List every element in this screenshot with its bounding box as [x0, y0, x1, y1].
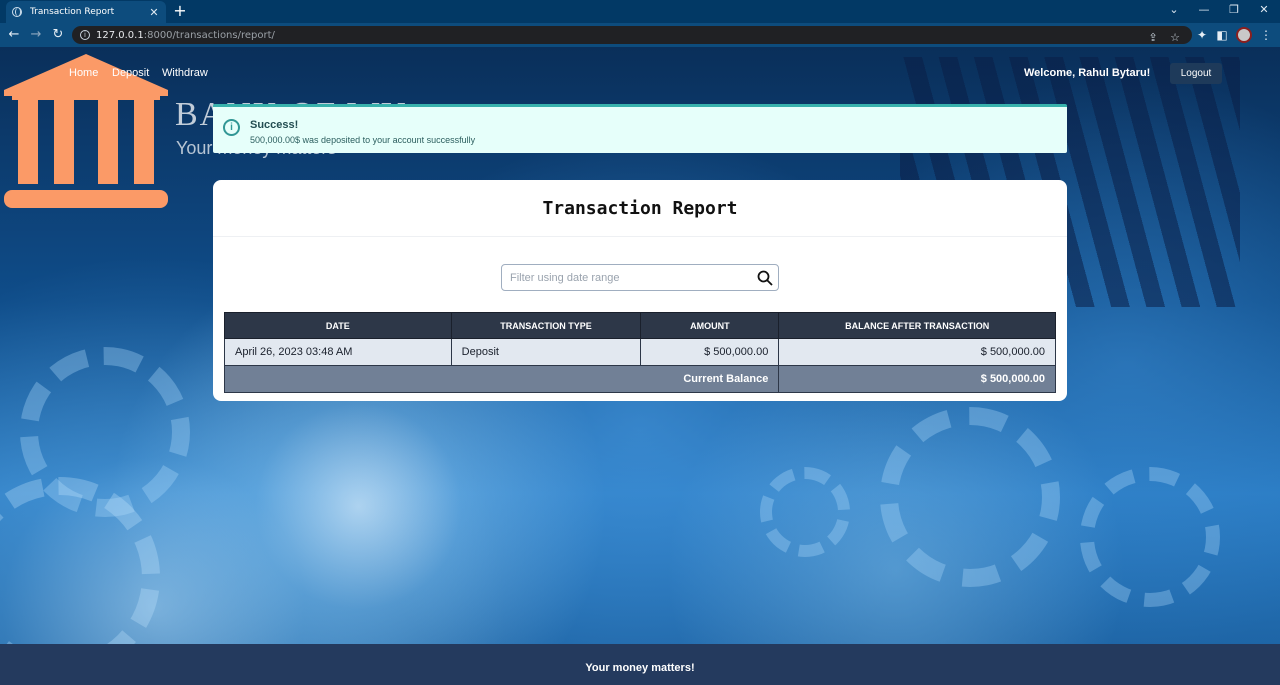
- search-icon[interactable]: [757, 270, 773, 286]
- profile-avatar-icon[interactable]: [1236, 27, 1252, 43]
- cell-type: Deposit: [450, 338, 642, 366]
- bookmark-star-icon[interactable]: ☆: [1168, 31, 1182, 44]
- page-title: Transaction Report: [542, 198, 738, 219]
- close-window-icon[interactable]: ✕: [1256, 3, 1272, 16]
- date-range-input[interactable]: [510, 269, 750, 287]
- browser-toolbar: ← → ↻ i 127.0.0.1:8000/transactions/repo…: [0, 23, 1280, 47]
- table-row: April 26, 2023 03:48 AM Deposit $ 500,00…: [224, 338, 1056, 366]
- background-gear: [760, 467, 850, 557]
- column-header-balance: BALANCE AFTER TRANSACTION: [778, 312, 1056, 339]
- transaction-report-card: Transaction Report DATE TRANSACTION TYPE…: [213, 180, 1067, 401]
- table-header-row: DATE TRANSACTION TYPE AMOUNT BALANCE AFT…: [224, 312, 1056, 339]
- cell-amount: $ 500,000.00: [640, 338, 780, 366]
- tab-close-icon[interactable]: ✕: [148, 6, 160, 19]
- nav-deposit-link[interactable]: Deposit: [112, 67, 149, 79]
- new-tab-button[interactable]: +: [172, 2, 188, 20]
- nav-home-link[interactable]: Home: [69, 67, 98, 79]
- column-header-date: DATE: [224, 312, 452, 339]
- current-balance-label: Current Balance: [223, 365, 780, 393]
- browser-tab-bar: Transaction Report ✕ + ⌄ — ❐ ✕: [0, 0, 1280, 23]
- alert-message: 500,000.00$ was deposited to your accoun…: [250, 135, 476, 145]
- current-balance-row: Current Balance $ 500,000.00: [223, 365, 1056, 393]
- globe-icon: [12, 7, 22, 17]
- back-icon[interactable]: ←: [6, 27, 22, 43]
- side-panel-icon[interactable]: ◧: [1214, 27, 1230, 43]
- menu-dots-icon[interactable]: ⋮: [1258, 27, 1274, 43]
- cell-balance: $ 500,000.00: [778, 338, 1056, 366]
- footer: Your money matters!: [0, 644, 1280, 685]
- minimize-icon[interactable]: —: [1196, 3, 1212, 16]
- background-gear: [1080, 467, 1220, 607]
- background-gear: [880, 407, 1060, 587]
- tab-title: Transaction Report: [30, 7, 115, 17]
- column-header-amount: AMOUNT: [640, 312, 780, 339]
- info-icon: i: [223, 119, 240, 136]
- transactions-table: DATE TRANSACTION TYPE AMOUNT BALANCE AFT…: [223, 312, 1056, 393]
- extensions-icon[interactable]: ✦: [1194, 27, 1210, 43]
- logout-button[interactable]: Logout: [1170, 63, 1222, 84]
- divider: [213, 236, 1067, 237]
- nav-withdraw-link[interactable]: Withdraw: [162, 67, 208, 79]
- success-alert: i Success! 500,000.00$ was deposited to …: [213, 104, 1067, 153]
- current-balance-value: $ 500,000.00: [778, 365, 1056, 393]
- alert-title: Success!: [250, 119, 299, 131]
- site-info-icon[interactable]: i: [80, 30, 90, 40]
- restore-icon[interactable]: ❐: [1226, 3, 1242, 16]
- welcome-text: Welcome, Rahul Bytaru!: [1024, 67, 1151, 79]
- date-range-filter: [501, 264, 779, 291]
- reload-icon[interactable]: ↻: [50, 27, 66, 43]
- browser-tab[interactable]: Transaction Report ✕: [6, 1, 166, 23]
- url-text: 127.0.0.1:8000/transactions/report/: [96, 29, 275, 41]
- forward-icon[interactable]: →: [28, 27, 44, 43]
- cell-date: April 26, 2023 03:48 AM: [224, 338, 452, 366]
- address-bar[interactable]: i 127.0.0.1:8000/transactions/report/ ⇪ …: [72, 26, 1192, 44]
- share-icon[interactable]: ⇪: [1146, 31, 1160, 44]
- chevron-down-icon[interactable]: ⌄: [1166, 3, 1182, 16]
- column-header-type: TRANSACTION TYPE: [450, 312, 642, 339]
